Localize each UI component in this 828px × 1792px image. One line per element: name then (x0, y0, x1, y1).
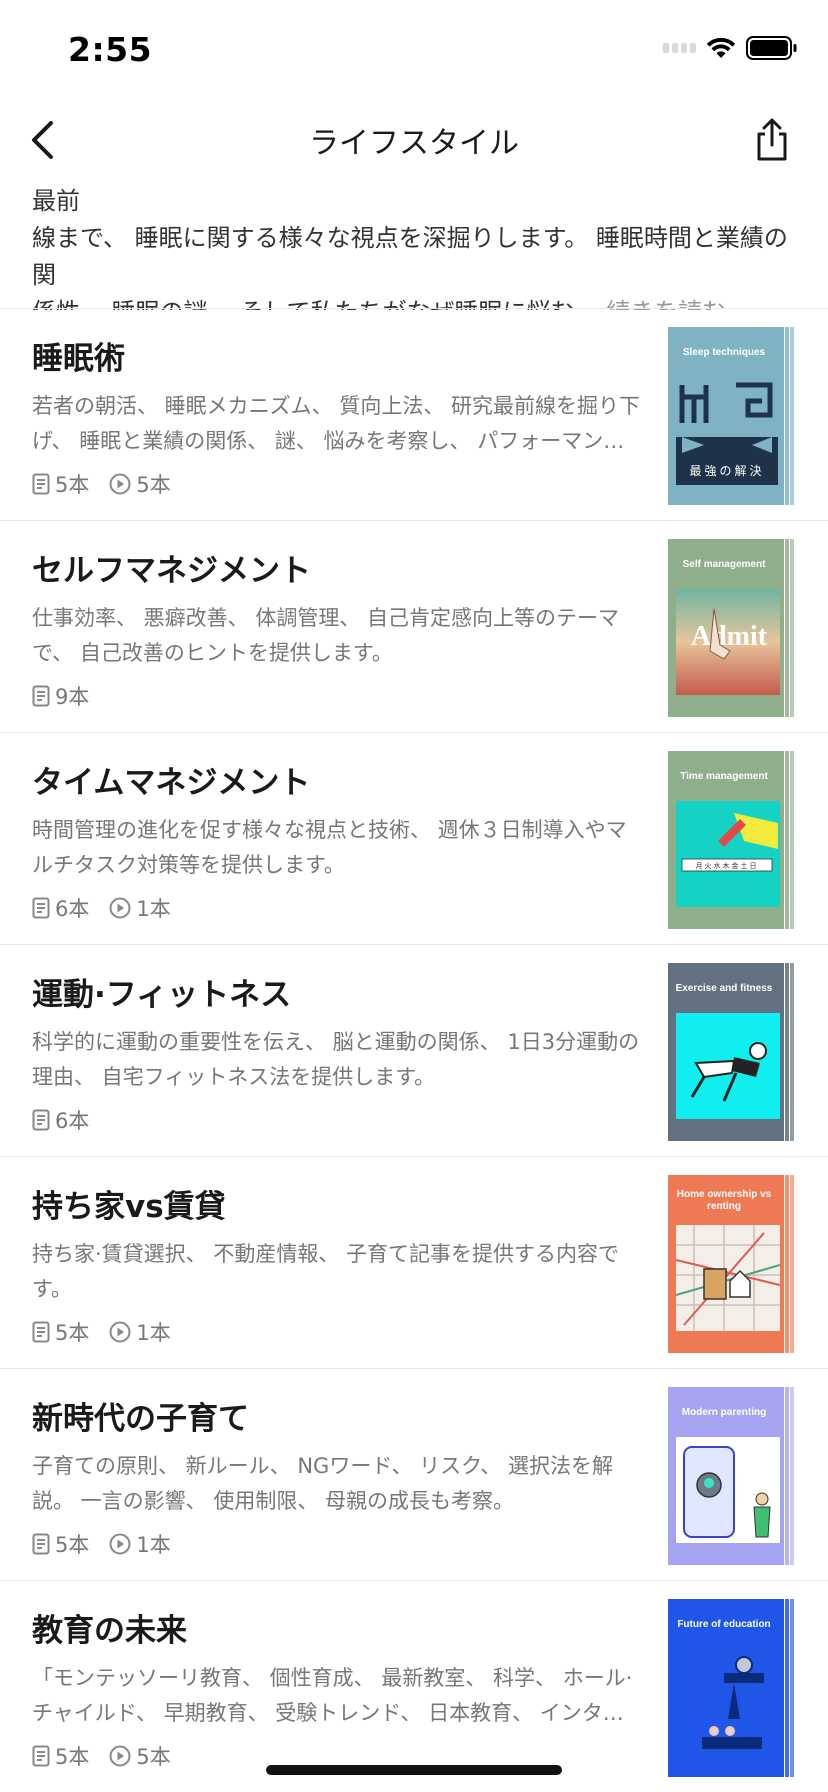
item-description: 子育ての原則、 新ルール、 NGワード、 リスク、 選択法を解説。 一言の影響、… (32, 1454, 613, 1513)
item-meta: 9本 (32, 681, 109, 711)
article-count: 5本 (32, 469, 89, 499)
play-icon (109, 1533, 131, 1555)
wifi-icon (706, 37, 736, 58)
article-count: 5本 (32, 1741, 89, 1771)
video-count: 1本 (109, 1317, 171, 1347)
book-cover-image: Sleep techniques 最強の解決 (668, 327, 796, 505)
item-title: 持ち家vs賃貸 (32, 1189, 226, 1225)
topic-list: 睡眠術 若者の朝活、 睡眠メカニズム、 質向上法、 研究最前線を掘り下げ、 睡眠… (0, 309, 828, 1792)
battery-icon (746, 36, 797, 60)
home-indicator (266, 1765, 562, 1775)
item-title: 運動·フィットネス (32, 977, 292, 1013)
video-count: 1本 (109, 893, 171, 923)
navigation-bar: ライフスタイル (0, 100, 828, 182)
item-meta: 5本 5本 (32, 469, 191, 499)
status-bar: 2:55 (0, 0, 828, 100)
status-time: 2:55 (68, 30, 153, 69)
item-meta: 6本 1本 (32, 893, 191, 923)
share-icon (757, 118, 787, 161)
list-item[interactable]: タイムマネジメント 時間管理の進化を促す様々な視点と技術、 週休３日制導入やマル… (0, 733, 828, 945)
article-count: 9本 (32, 681, 89, 711)
play-icon (109, 897, 131, 919)
item-description: 「モンテッソーリ教育、 個性育成、 最新教室、 科学、 ホール·チャイルド、 早… (32, 1666, 633, 1725)
article-count: 5本 (32, 1317, 89, 1347)
item-title: セルフマネジメント (32, 553, 311, 589)
book-cover-image: Time management 月火水木金土日 (668, 751, 796, 929)
item-title: 睡眠術 (32, 341, 125, 377)
article-icon (32, 1109, 50, 1131)
article-icon (32, 1321, 50, 1343)
item-meta: 5本 1本 (32, 1317, 191, 1347)
video-count: 5本 (109, 469, 171, 499)
collection-description: 若者の朝活問題から睡眠のメカニズム、 質を高める方法、 睡眠研究の最前 線まで、… (32, 160, 802, 310)
video-count: 5本 (109, 1741, 171, 1771)
book-cover-image: Home ownership vs renting (668, 1175, 796, 1353)
item-meta: 5本 1本 (32, 1529, 191, 1559)
item-description: 科学的に運動の重要性を伝え、 脳と運動の関係、 1日3分運動の理由、 自宅フィッ… (32, 1030, 640, 1089)
article-count: 6本 (32, 893, 89, 923)
play-icon (109, 1745, 131, 1767)
status-icons (663, 36, 798, 60)
description-line: 線まで、 睡眠に関する様々な視点を深掘りします。 睡眠時間と業績の関 (32, 224, 788, 289)
book-cover-image: Modern parenting (668, 1387, 796, 1565)
item-meta: 6本 (32, 1105, 109, 1135)
book-cover-image: Future of education (668, 1599, 796, 1777)
item-title: 新時代の子育て (32, 1401, 249, 1437)
svg-text:月火水木金土日: 月火水木金土日 (696, 861, 759, 870)
article-icon (32, 1745, 50, 1767)
book-cover-image: Self management Admit (668, 539, 796, 717)
article-icon (32, 1533, 50, 1555)
list-item[interactable]: セルフマネジメント 仕事効率、 悪癖改善、 体調管理、 自己肯定感向上等のテーマ… (0, 521, 828, 733)
list-item[interactable]: 新時代の子育て 子育ての原則、 新ルール、 NGワード、 リスク、 選択法を解説… (0, 1369, 828, 1581)
item-description: 若者の朝活、 睡眠メカニズム、 質向上法、 研究最前線を掘り下げ、 睡眠と業績の… (32, 394, 641, 453)
book-cover-image: Exercise and fitness (668, 963, 796, 1141)
list-item[interactable]: 教育の未来 「モンテッソーリ教育、 個性育成、 最新教室、 科学、 ホール·チャ… (0, 1581, 828, 1792)
svg-text:Admit: Admit (691, 621, 768, 652)
article-count: 6本 (32, 1105, 89, 1135)
article-icon (32, 473, 50, 495)
article-count: 5本 (32, 1529, 89, 1559)
cellular-signal-icon (663, 43, 696, 53)
svg-text:最強の解決: 最強の解決 (689, 464, 764, 478)
article-icon (32, 685, 50, 707)
play-icon (109, 1321, 131, 1343)
item-description: 仕事効率、 悪癖改善、 体調管理、 自己肯定感向上等のテーマで、 自己改善のヒン… (32, 606, 620, 665)
list-item[interactable]: 運動·フィットネス 科学的に運動の重要性を伝え、 脳と運動の関係、 1日3分運動… (0, 945, 828, 1157)
play-icon (109, 473, 131, 495)
item-description: 持ち家·賃貸選択、 不動産情報、 子育て記事を提供する内容です。 (32, 1242, 620, 1301)
share-button[interactable] (750, 114, 794, 166)
list-item[interactable]: 持ち家vs賃貸 持ち家·賃貸選択、 不動産情報、 子育て記事を提供する内容です。… (0, 1157, 828, 1369)
item-title: 教育の未来 (32, 1613, 187, 1649)
article-icon (32, 897, 50, 919)
page-title: ライフスタイル (309, 126, 519, 161)
item-description: 時間管理の進化を促す様々な視点と技術、 週休３日制導入やマルチタスク対策等を提供… (32, 818, 627, 877)
item-meta: 5本 5本 (32, 1741, 191, 1771)
video-count: 1本 (109, 1529, 171, 1559)
item-title: タイムマネジメント (32, 765, 311, 801)
list-item[interactable]: 睡眠術 若者の朝活、 睡眠メカニズム、 質向上法、 研究最前線を掘り下げ、 睡眠… (0, 309, 828, 521)
